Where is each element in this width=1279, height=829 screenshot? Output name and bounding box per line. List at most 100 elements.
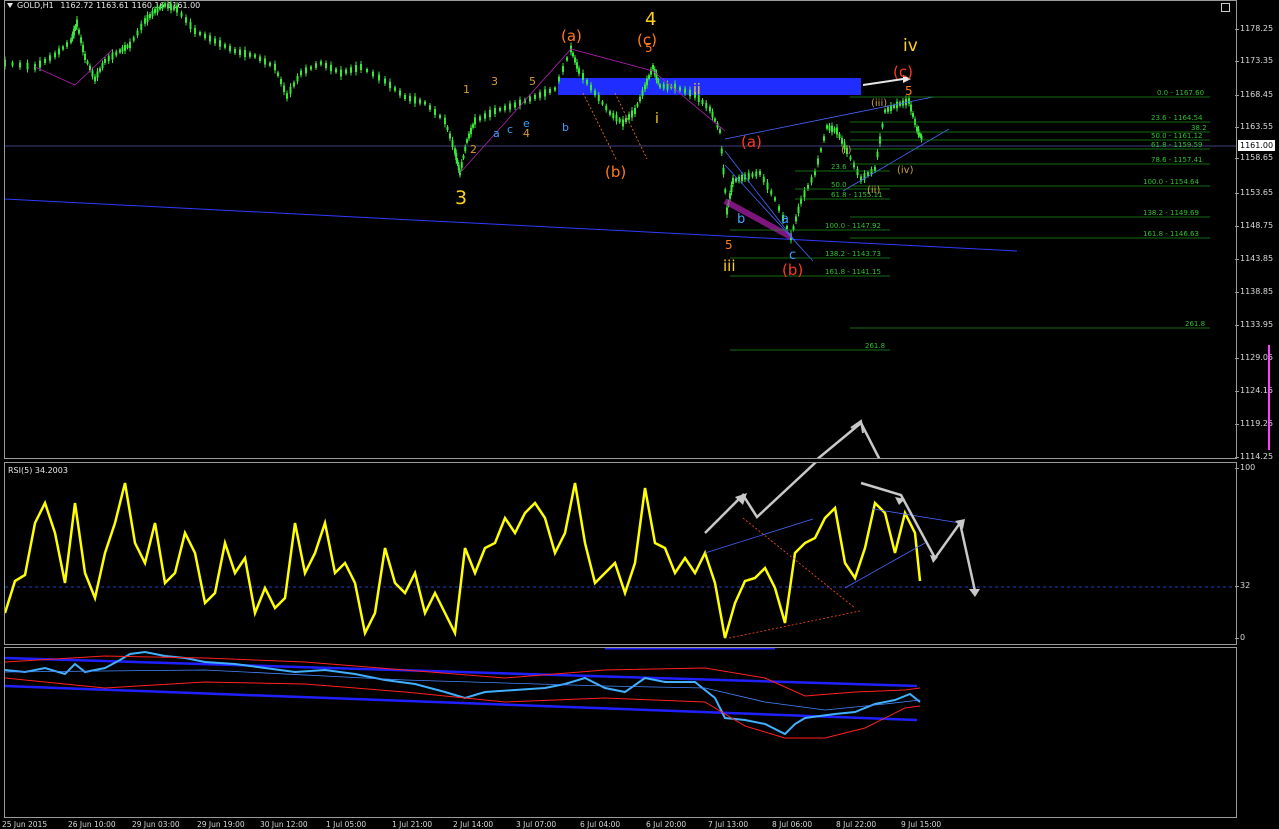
rsi-chart-svg bbox=[5, 463, 1236, 639]
candle-body bbox=[399, 90, 401, 96]
candle-body bbox=[224, 44, 226, 48]
candle-body bbox=[657, 79, 660, 84]
price-tick-label: 1114.25 bbox=[1234, 452, 1274, 461]
time-tick-label: 7 Jul 13:00 bbox=[708, 820, 749, 829]
candle-body bbox=[460, 162, 463, 168]
bands-chart-svg bbox=[5, 648, 921, 739]
candle-body bbox=[810, 177, 813, 183]
candle-body bbox=[350, 67, 352, 73]
candle-body bbox=[286, 93, 288, 99]
candle-body bbox=[104, 59, 106, 63]
candle-body bbox=[722, 167, 725, 175]
candle-body bbox=[572, 52, 574, 57]
price-axis-marker bbox=[1268, 345, 1270, 450]
wave-label: ii bbox=[693, 82, 701, 98]
channel-line bbox=[842, 128, 950, 192]
candle-body bbox=[439, 115, 441, 118]
price-tick-label: 1158.65 bbox=[1234, 153, 1274, 162]
candle-body bbox=[714, 118, 716, 122]
candle-body bbox=[254, 54, 256, 58]
candle-body bbox=[612, 113, 615, 118]
candle-body bbox=[884, 109, 886, 113]
candle-body bbox=[99, 68, 101, 72]
time-tick-label: 6 Jul 04:00 bbox=[580, 820, 621, 829]
wave-label: (a) bbox=[561, 27, 582, 45]
candle-body bbox=[451, 140, 454, 147]
time-tick-label: 6 Jul 20:00 bbox=[646, 820, 687, 829]
candle-body bbox=[705, 102, 708, 109]
candle-body bbox=[807, 185, 809, 189]
candle-body bbox=[539, 92, 541, 98]
price-tick-label: 1153.65 bbox=[1234, 188, 1274, 197]
candle-body bbox=[111, 52, 114, 60]
candle-body bbox=[185, 17, 187, 23]
candle-body bbox=[73, 28, 75, 36]
price-axis: 1178.25 1173.35 1168.45 1163.55 1158.65 1153.… bbox=[1234, 0, 1279, 461]
rsi-tick-label: 32 bbox=[1234, 581, 1251, 590]
price-tick-label: 1133.95 bbox=[1234, 320, 1274, 329]
candle-body bbox=[618, 118, 621, 123]
candle-body bbox=[76, 19, 78, 27]
rsi-trendline bbox=[844, 542, 926, 589]
candle-body bbox=[5, 59, 6, 67]
rsi-panel[interactable]: RSI(5) 34.2003 bbox=[4, 462, 1237, 645]
candle-body bbox=[841, 138, 843, 144]
wave-label: (a) bbox=[741, 133, 762, 151]
candle-body bbox=[751, 173, 754, 177]
candle-body bbox=[770, 190, 773, 195]
candle-body bbox=[229, 46, 231, 51]
candle-body bbox=[622, 119, 624, 127]
price-tick-label: 1173.35 bbox=[1234, 56, 1274, 65]
candle-body bbox=[39, 60, 41, 68]
candle-body bbox=[26, 62, 29, 70]
candle-body bbox=[249, 52, 251, 57]
fib-level-label: 261.8 bbox=[865, 342, 885, 350]
candle-body bbox=[466, 139, 468, 143]
price-tick-label: 1138.85 bbox=[1234, 287, 1274, 296]
candle-body bbox=[58, 48, 60, 55]
wave-label: 5 bbox=[905, 84, 913, 98]
candle-body bbox=[84, 54, 86, 60]
wave-label: iii bbox=[723, 257, 736, 275]
forecast-arrow bbox=[816, 421, 881, 458]
candle-body bbox=[652, 65, 654, 69]
candle-body bbox=[244, 50, 246, 57]
bands-indicator-panel[interactable] bbox=[4, 647, 1237, 818]
candle-body bbox=[161, 4, 164, 9]
candle-body bbox=[330, 64, 332, 72]
wave-label: 3 bbox=[455, 187, 467, 209]
candle-body bbox=[849, 156, 852, 160]
candle-body bbox=[293, 82, 295, 87]
wave-label: a bbox=[493, 127, 500, 140]
candle-body bbox=[766, 182, 769, 190]
candle-body bbox=[720, 148, 723, 154]
candle-body bbox=[239, 49, 241, 55]
candle-body bbox=[151, 10, 154, 17]
candle-body bbox=[774, 197, 776, 201]
candle-body bbox=[259, 56, 261, 61]
candle-body bbox=[404, 95, 406, 99]
candle-body bbox=[912, 113, 914, 117]
wave-label: (c) bbox=[893, 63, 913, 81]
price-tick-label: 1148.75 bbox=[1234, 221, 1274, 230]
candle-body bbox=[144, 18, 146, 24]
rsi-axis: 100 32 0 bbox=[1234, 462, 1279, 645]
candle-body bbox=[310, 66, 312, 70]
candle-body bbox=[320, 61, 322, 65]
candle-body bbox=[576, 62, 578, 69]
fib-level-label: 100.0 - 1147.92 bbox=[825, 222, 881, 230]
candle-body bbox=[355, 65, 357, 72]
time-tick-label: 1 Jul 05:00 bbox=[326, 820, 367, 829]
candle-body bbox=[870, 169, 873, 174]
candle-body bbox=[639, 96, 641, 102]
wave-label: a bbox=[781, 212, 789, 227]
price-chart-panel[interactable]: GOLD,H1 1162.72 1163.61 1160.16 1161.00 … bbox=[4, 0, 1237, 459]
candle-body bbox=[366, 69, 368, 72]
candle-body bbox=[747, 172, 750, 180]
candle-body bbox=[154, 8, 156, 14]
candle-body bbox=[126, 45, 129, 48]
candle-body bbox=[474, 117, 476, 125]
candle-body bbox=[264, 58, 266, 65]
candle-body bbox=[409, 95, 411, 102]
candle-body bbox=[646, 78, 648, 86]
